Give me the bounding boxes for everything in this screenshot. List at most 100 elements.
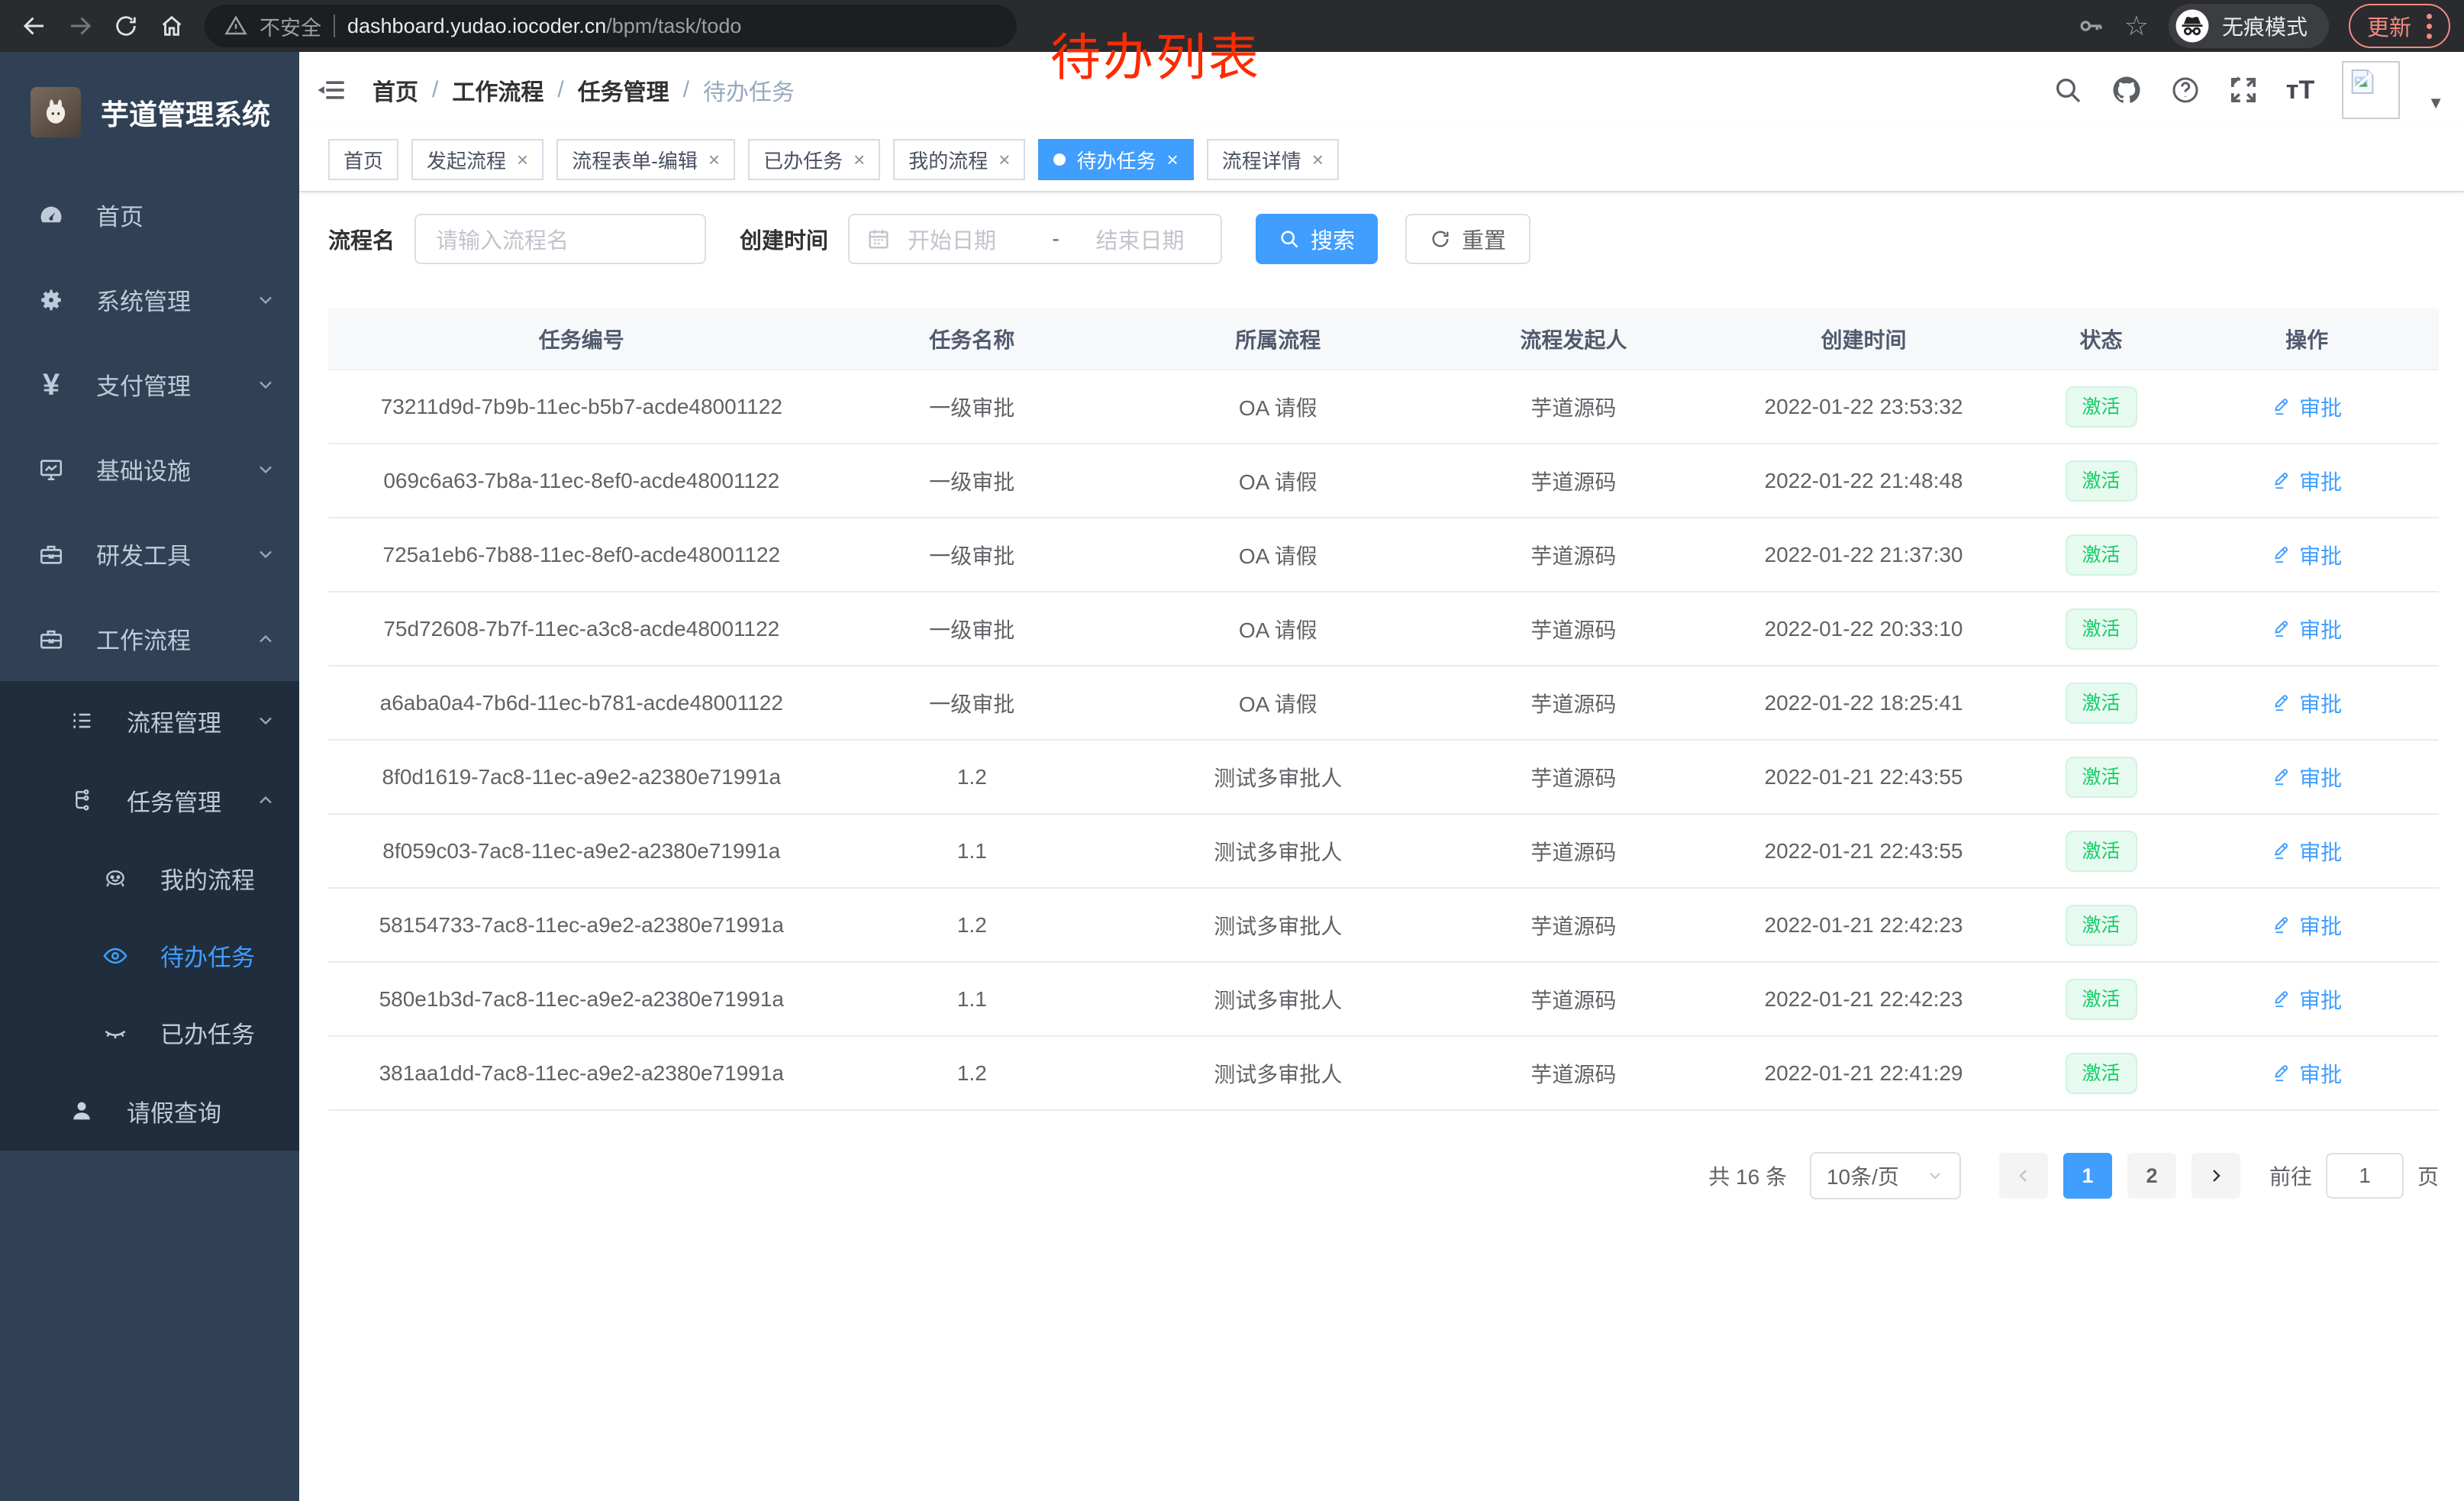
approve-link[interactable]: 审批 xyxy=(2272,392,2342,422)
process-cell: 测试多审批人 xyxy=(1109,888,1446,962)
fullscreen-icon[interactable] xyxy=(2228,75,2259,105)
font-size-icon[interactable]: тT xyxy=(2286,76,2314,105)
task-name-cell: 一级审批 xyxy=(835,444,1109,518)
view-tab[interactable]: 流程表单-编辑 × xyxy=(556,139,735,180)
date-range-picker[interactable]: 开始日期 - 结束日期 xyxy=(848,214,1222,264)
approve-link[interactable]: 审批 xyxy=(2272,1058,2342,1089)
table-row: 8f059c03-7ac8-11ec-a9e2-a2380e71991a 1.1… xyxy=(328,814,2439,888)
approve-link[interactable]: 审批 xyxy=(2272,614,2342,644)
sidebar-item-my-process[interactable]: 我的流程 xyxy=(0,840,299,917)
chevron-down-icon xyxy=(1926,1167,1944,1185)
browser-forward-icon[interactable] xyxy=(60,5,101,47)
logo-row[interactable]: 芋道管理系统 xyxy=(0,52,299,173)
browser-menu-icon[interactable] xyxy=(2427,14,2432,39)
starter-cell: 芋道源码 xyxy=(1446,1036,1700,1110)
search-icon[interactable] xyxy=(2053,75,2083,105)
yen-icon: ¥ xyxy=(34,370,69,400)
create-time-cell: 2022-01-21 22:42:23 xyxy=(1700,962,2027,1036)
sidebar-item-devtools[interactable]: 研发工具 xyxy=(0,512,299,596)
sidebar-item-done-task[interactable]: 已办任务 xyxy=(0,994,299,1071)
approve-link[interactable]: 审批 xyxy=(2272,466,2342,496)
todo-task-page: 流程名 请输入流程名 创建时间 开始日期 - 结束日期 搜索 xyxy=(299,192,2464,1501)
breadcrumb-current: 待办任务 xyxy=(703,73,795,107)
sidebar-item-system[interactable]: 系统管理 xyxy=(0,257,299,342)
reset-button[interactable]: 重置 xyxy=(1405,214,1530,264)
address-bar[interactable]: 不安全 dashboard.yudao.iocoder.cn/bpm/task/… xyxy=(205,5,1017,47)
breadcrumb-task-mgmt[interactable]: 任务管理 xyxy=(578,73,669,107)
gear-icon xyxy=(34,287,69,313)
view-tab[interactable]: 待办任务 × xyxy=(1038,139,1193,180)
chevron-up-icon xyxy=(255,789,276,811)
bookmark-star-icon[interactable]: ☆ xyxy=(2124,12,2149,40)
avatar[interactable] xyxy=(2342,61,2400,119)
task-name-cell: 1.2 xyxy=(835,740,1109,814)
approve-link[interactable]: 审批 xyxy=(2272,540,2342,570)
search-button[interactable]: 搜索 xyxy=(1256,214,1378,264)
starter-cell: 芋道源码 xyxy=(1446,814,1700,888)
hamburger-icon[interactable] xyxy=(311,70,351,110)
sidebar-item-payment[interactable]: ¥ 支付管理 xyxy=(0,342,299,427)
sidebar-item-leave-query[interactable]: 请假查询 xyxy=(0,1071,299,1151)
sidebar-item-infra[interactable]: 基础设施 xyxy=(0,427,299,512)
chevron-down-icon xyxy=(255,710,276,731)
sidebar-item-task-mgmt[interactable]: 任务管理 xyxy=(0,760,299,840)
view-tab[interactable]: 流程详情 × xyxy=(1207,139,1339,180)
view-tab[interactable]: 首页 xyxy=(328,139,398,180)
starter-cell: 芋道源码 xyxy=(1446,370,1700,444)
view-tab[interactable]: 我的流程 × xyxy=(893,139,1025,180)
incognito-badge: 无痕模式 xyxy=(2169,4,2329,48)
task-name-cell: 一级审批 xyxy=(835,370,1109,444)
browser-reload-icon[interactable] xyxy=(105,5,147,47)
page-size-select[interactable]: 10条/页 xyxy=(1810,1152,1961,1199)
create-time-cell: 2022-01-21 22:43:55 xyxy=(1700,814,2027,888)
workflow-submenu: 流程管理 任务管理 我的流程 xyxy=(0,681,299,1151)
close-icon[interactable]: × xyxy=(517,150,528,169)
view-tab[interactable]: 发起流程 × xyxy=(411,139,543,180)
close-icon[interactable]: × xyxy=(1167,150,1179,169)
page-number-button[interactable]: 2 xyxy=(2127,1153,2176,1199)
browser-back-icon[interactable] xyxy=(14,5,55,47)
sidebar-item-process-mgmt[interactable]: 流程管理 xyxy=(0,681,299,760)
view-tab[interactable]: 已办任务 × xyxy=(748,139,880,180)
task-name-cell: 1.1 xyxy=(835,814,1109,888)
sidebar-item-label: 工作流程 xyxy=(96,621,191,656)
approve-link[interactable]: 审批 xyxy=(2272,984,2342,1015)
avatar-caret-icon[interactable]: ▼ xyxy=(2427,93,2444,113)
approve-link[interactable]: 审批 xyxy=(2272,762,2342,792)
page-number-button[interactable]: 1 xyxy=(2063,1153,2112,1199)
prev-page-button[interactable] xyxy=(1999,1153,2048,1199)
process-name-input[interactable]: 请输入流程名 xyxy=(414,214,706,264)
github-icon[interactable] xyxy=(2111,74,2143,106)
close-icon[interactable]: × xyxy=(708,150,720,169)
sidebar-item-home[interactable]: 首页 xyxy=(0,173,299,257)
approve-link-label: 审批 xyxy=(2299,688,2342,718)
sidebar-item-todo-task[interactable]: 待办任务 xyxy=(0,917,299,994)
approve-link[interactable]: 审批 xyxy=(2272,836,2342,867)
breadcrumb-home[interactable]: 首页 xyxy=(373,73,418,107)
approve-link-label: 审批 xyxy=(2299,540,2342,570)
key-icon[interactable] xyxy=(2077,12,2104,40)
status-badge: 激活 xyxy=(2066,831,2137,872)
browser-home-icon[interactable] xyxy=(151,5,192,47)
sidebar-item-workflow[interactable]: 工作流程 xyxy=(0,596,299,681)
approve-link[interactable]: 审批 xyxy=(2272,910,2342,941)
close-icon[interactable]: × xyxy=(1312,150,1324,169)
next-page-button[interactable] xyxy=(2191,1153,2240,1199)
breadcrumb-workflow[interactable]: 工作流程 xyxy=(452,73,543,107)
close-icon[interactable]: × xyxy=(853,150,865,169)
active-dot xyxy=(1053,153,1066,166)
warning-icon xyxy=(224,15,247,37)
status-badge: 激活 xyxy=(2066,386,2137,428)
task-id-cell: 8f059c03-7ac8-11ec-a9e2-a2380e71991a xyxy=(328,814,835,888)
goto-label: 前往 xyxy=(2269,1160,2312,1191)
sidebar-item-label: 流程管理 xyxy=(127,704,221,738)
column-header: 所属流程 xyxy=(1109,308,1446,370)
help-icon[interactable] xyxy=(2170,75,2201,105)
table-row: 58154733-7ac8-11ec-a9e2-a2380e71991a 1.2… xyxy=(328,888,2439,962)
goto-page-input[interactable]: 1 xyxy=(2326,1153,2404,1199)
close-icon[interactable]: × xyxy=(998,150,1010,169)
approve-link[interactable]: 审批 xyxy=(2272,688,2342,718)
sidebar-item-label: 任务管理 xyxy=(127,783,221,818)
task-id-cell: 73211d9d-7b9b-11ec-b5b7-acde48001122 xyxy=(328,370,835,444)
browser-update-button[interactable]: 更新 xyxy=(2349,4,2450,48)
